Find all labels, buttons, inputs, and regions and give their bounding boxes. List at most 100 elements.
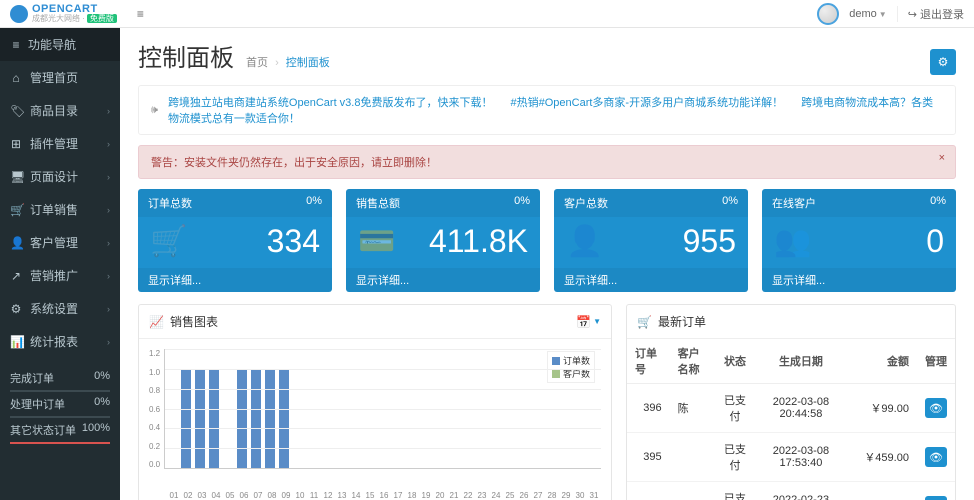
chevron-right-icon: › (107, 139, 110, 149)
breadcrumb-current[interactable]: 控制面板 (286, 57, 330, 69)
sidebar-item-3[interactable]: 🖥页面设计› (0, 160, 120, 193)
stat-more-link[interactable]: 显示详细... (762, 268, 956, 292)
content: 控制面板 首页 › 控制面板 ⚙ 🕪 跨境独立站电商建站系统OpenCart v… (120, 28, 974, 500)
chart-bar (237, 369, 247, 468)
stat-more-link[interactable]: 显示详细... (554, 268, 748, 292)
table-row: 394 已支付 2022-02-23 09:48:49 ￥120.80 👁 (627, 482, 955, 500)
chevron-right-icon: › (107, 304, 110, 314)
nav-icon: ⚙ (10, 302, 22, 316)
warning-alert: 警告：安装文件夹仍然存在，出于安全原因，请立即删除！ × (138, 145, 956, 179)
orders-title: 最新订单 (658, 313, 706, 330)
col-header: 管理 (917, 339, 955, 384)
chevron-right-icon: › (107, 337, 110, 347)
user-menu[interactable]: demo▼ (849, 8, 886, 20)
status-row: 处理中订单0% (10, 392, 110, 416)
stat-more-link[interactable]: 显示详细... (346, 268, 540, 292)
col-header: 客户名称 (670, 339, 716, 384)
nav-title: ≡功能导航 (0, 28, 120, 61)
nav-icon: 🏷 (10, 104, 22, 118)
chart-bar (265, 369, 275, 468)
stat-card-3: 在线客户0% 👥0 显示详细... (762, 189, 956, 292)
stat-icon: 👤 (566, 224, 603, 259)
sidebar-item-7[interactable]: ⚙系统设置› (0, 292, 120, 325)
top-header: OPENCART 成都光大网络 ·免费版 ≡ demo▼ ↪ 退出登录 (0, 0, 974, 28)
view-order-button[interactable]: 👁 (925, 496, 947, 500)
page-title: 控制面板 (138, 38, 234, 73)
nav-icon: 🖥 (10, 170, 22, 184)
chevron-down-icon: ▼ (879, 10, 887, 19)
close-icon[interactable]: × (939, 152, 945, 164)
chevron-right-icon: › (107, 271, 110, 281)
view-order-button[interactable]: 👁 (925, 398, 947, 418)
col-header: 订单号 (627, 339, 670, 384)
stat-value: 334 (267, 223, 320, 260)
chart-bar (181, 369, 191, 468)
status-row: 其它状态订单100% (10, 418, 110, 442)
sidebar-item-1[interactable]: 🏷商品目录› (0, 94, 120, 127)
status-row: 完成订单0% (10, 366, 110, 390)
breadcrumb: 首页 › 控制面板 (246, 54, 330, 70)
sidebar-item-8[interactable]: 📊统计报表› (0, 325, 120, 358)
sidebar-item-2[interactable]: ⊞插件管理› (0, 127, 120, 160)
nav-icon: 🛒 (10, 203, 22, 217)
logo-mark-icon (10, 5, 28, 23)
orders-table: 订单号客户名称状态生成日期金额管理 396 陈 已支付 2022-03-08 2… (627, 339, 955, 500)
gear-icon: ⚙ (938, 55, 949, 69)
chart-bar (209, 369, 219, 468)
stat-icon: 👥 (774, 224, 811, 259)
calendar-icon: 📅 (576, 315, 591, 329)
stat-more-link[interactable]: 显示详细... (138, 268, 332, 292)
chevron-right-icon: › (107, 238, 110, 248)
chart-icon: 📈 (149, 315, 164, 329)
bars-icon: ≡ (10, 38, 22, 52)
nav-icon: ↗ (10, 269, 22, 283)
chart-bar (251, 369, 261, 468)
nav-icon: ⌂ (10, 71, 22, 85)
chart-range-picker[interactable]: 📅▼ (576, 315, 601, 329)
sidebar-item-0[interactable]: ⌂管理首页 (0, 61, 120, 94)
notice-link[interactable]: 跨境独立站电商建站系统OpenCart v3.8免费版发布了，快来下载！ (168, 97, 493, 109)
stat-icon: 🛒 (150, 224, 187, 259)
avatar[interactable] (817, 3, 839, 25)
bullhorn-icon: 🕪 (151, 104, 158, 117)
logout-button[interactable]: ↪ 退出登录 (897, 6, 964, 22)
nav-icon: 📊 (10, 335, 22, 349)
chevron-right-icon: › (107, 106, 110, 116)
cart-icon: 🛒 (637, 315, 652, 329)
latest-orders-panel: 🛒 最新订单 订单号客户名称状态生成日期金额管理 396 陈 已支付 2022-… (626, 304, 956, 500)
caret-down-icon: ▼ (593, 317, 601, 326)
col-header: 金额 (847, 339, 917, 384)
stat-value: 955 (683, 223, 736, 260)
sidebar: ≡功能导航 ⌂管理首页🏷商品目录›⊞插件管理›🖥页面设计›🛒订单销售›👤客户管理… (0, 28, 120, 500)
nav-icon: ⊞ (10, 137, 22, 151)
stat-value: 0 (926, 223, 944, 260)
stat-icon: 💳 (358, 224, 395, 259)
free-badge: 免费版 (87, 14, 117, 23)
sidebar-item-6[interactable]: ↗营销推广› (0, 259, 120, 292)
breadcrumb-home[interactable]: 首页 (246, 57, 268, 69)
stat-card-1: 销售总额0% 💳411.8K 显示详细... (346, 189, 540, 292)
table-row: 396 陈 已支付 2022-03-08 20:44:58 ￥99.00 👁 (627, 384, 955, 433)
table-row: 395 已支付 2022-03-08 17:53:40 ￥459.00 👁 (627, 433, 955, 482)
notice-link[interactable]: #热销#OpenCart多商家-开源多用户商城系统功能详解！ (510, 97, 783, 109)
sidebar-item-4[interactable]: 🛒订单销售› (0, 193, 120, 226)
chart-bar (195, 369, 205, 468)
view-order-button[interactable]: 👁 (925, 447, 947, 467)
menu-toggle-icon[interactable]: ≡ (137, 7, 144, 21)
col-header: 状态 (715, 339, 754, 384)
chevron-right-icon: › (107, 205, 110, 215)
notice-bar: 🕪 跨境独立站电商建站系统OpenCart v3.8免费版发布了，快来下载！ #热… (138, 85, 956, 135)
settings-button[interactable]: ⚙ (930, 49, 956, 75)
sidebar-item-5[interactable]: 👤客户管理› (0, 226, 120, 259)
sales-chart-panel: 📈 销售图表 📅▼ 1.21.00.80.60.40.20.0 订单数客户数 0… (138, 304, 612, 500)
col-header: 生成日期 (755, 339, 847, 384)
stat-value: 411.8K (429, 223, 528, 260)
stat-card-0: 订单总数0% 🛒334 显示详细... (138, 189, 332, 292)
stat-card-2: 客户总数0% 👤955 显示详细... (554, 189, 748, 292)
nav-icon: 👤 (10, 236, 22, 250)
sales-chart: 1.21.00.80.60.40.20.0 订单数客户数 (149, 349, 601, 489)
chart-bar (279, 369, 289, 468)
chevron-right-icon: › (107, 172, 110, 182)
chart-title: 销售图表 (170, 313, 218, 330)
logo[interactable]: OPENCART 成都光大网络 ·免费版 (10, 4, 127, 23)
